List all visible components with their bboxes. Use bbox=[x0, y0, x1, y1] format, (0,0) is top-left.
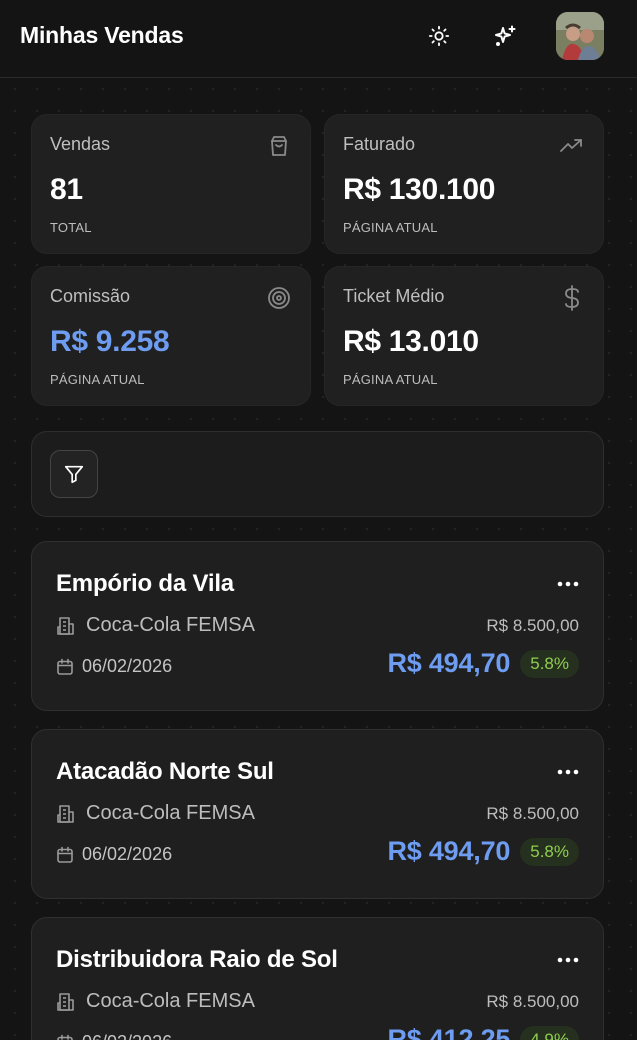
commission-rate-badge: 5.8% bbox=[520, 837, 579, 866]
commission-value: R$ 412,25 bbox=[387, 1024, 511, 1040]
sale-card[interactable]: Empório da Vila Coca-Cola FEMSA 06/02/20… bbox=[31, 541, 604, 711]
more-options-button[interactable] bbox=[553, 760, 583, 784]
commission-row: R$ 412,25 4.9% bbox=[387, 1024, 579, 1040]
more-horizontal-icon bbox=[557, 769, 579, 775]
stat-caption: PÁGINA ATUAL bbox=[343, 220, 438, 235]
date-row: 06/02/2026 bbox=[56, 1032, 172, 1040]
avatar-photo bbox=[556, 12, 604, 60]
date-row: 06/02/2026 bbox=[56, 844, 172, 865]
commission-value: R$ 494,70 bbox=[387, 648, 511, 678]
more-options-button[interactable] bbox=[553, 948, 583, 972]
stat-caption: TOTAL bbox=[50, 220, 92, 235]
calendar-icon bbox=[57, 1034, 73, 1040]
sale-date: 06/02/2026 bbox=[82, 656, 173, 676]
sale-date: 06/02/2026 bbox=[82, 844, 173, 864]
calendar-icon bbox=[57, 658, 73, 675]
sale-date: 06/02/2026 bbox=[82, 1032, 172, 1040]
stat-label: Ticket Médio bbox=[343, 286, 445, 306]
filter-button[interactable] bbox=[50, 450, 98, 498]
commission-rate-badge: 5.8% bbox=[520, 649, 579, 678]
stat-label: Faturado bbox=[343, 134, 416, 154]
theme-toggle-button[interactable] bbox=[423, 20, 455, 52]
stat-value: R$ 13.010 bbox=[343, 325, 479, 358]
sale-card[interactable]: Atacadão Norte Sul Coca-Cola FEMSA 06/02… bbox=[31, 729, 604, 899]
trending-up-icon bbox=[559, 133, 585, 159]
sun-icon bbox=[428, 25, 450, 47]
stat-label: Vendas bbox=[50, 134, 111, 154]
stat-caption: PÁGINA ATUAL bbox=[343, 372, 438, 387]
stat-value: R$ 9.258 bbox=[50, 325, 170, 358]
stat-value: 81 bbox=[50, 173, 83, 206]
dollar-icon bbox=[559, 285, 585, 311]
company-row: Coca-Cola FEMSA bbox=[56, 614, 255, 637]
customer-name: Empório da Vila bbox=[56, 570, 234, 597]
stat-card-faturado: Faturado R$ 130.100 PÁGINA ATUAL bbox=[324, 114, 604, 254]
sale-total: R$ 8.500,00 bbox=[486, 804, 579, 823]
stat-card-vendas: Vendas 81 TOTAL bbox=[31, 114, 311, 254]
stat-value: R$ 130.100 bbox=[343, 173, 496, 206]
customer-name: Atacadão Norte Sul bbox=[56, 758, 274, 785]
more-horizontal-icon bbox=[557, 581, 579, 587]
sale-card[interactable]: Distribuidora Raio de Sol Coca-Cola FEMS… bbox=[31, 917, 604, 1040]
date-row: 06/02/2026 bbox=[56, 656, 172, 677]
company-row: Coca-Cola FEMSA bbox=[56, 990, 255, 1013]
stat-label: Comissão bbox=[50, 286, 131, 306]
target-icon bbox=[266, 285, 292, 311]
page-title: Minhas Vendas bbox=[20, 22, 184, 48]
filter-panel bbox=[31, 431, 604, 517]
sparkles-icon bbox=[495, 25, 516, 46]
building-icon bbox=[57, 992, 74, 1011]
more-options-button[interactable] bbox=[553, 572, 583, 596]
building-icon bbox=[57, 616, 74, 635]
sale-total: R$ 8.500,00 bbox=[486, 616, 579, 635]
commission-row: R$ 494,70 5.8% bbox=[387, 836, 579, 867]
commission-value: R$ 494,70 bbox=[387, 836, 511, 866]
stat-card-comissao: Comissão R$ 9.258 PÁGINA ATUAL bbox=[31, 266, 311, 406]
building-icon bbox=[57, 804, 74, 823]
calendar-icon bbox=[57, 846, 73, 863]
company-name: Coca-Cola FEMSA bbox=[86, 802, 255, 824]
company-row: Coca-Cola FEMSA bbox=[56, 802, 255, 825]
ai-assistant-button[interactable] bbox=[489, 20, 521, 52]
shopping-bag-icon bbox=[266, 133, 292, 159]
stat-caption: PÁGINA ATUAL bbox=[50, 372, 145, 387]
company-name: Coca-Cola FEMSA bbox=[86, 614, 255, 636]
customer-name: Distribuidora Raio de Sol bbox=[56, 946, 338, 973]
more-horizontal-icon bbox=[557, 957, 579, 963]
filter-icon bbox=[64, 465, 84, 484]
app-header: Minhas Vendas bbox=[0, 0, 637, 78]
company-name: Coca-Cola FEMSA bbox=[86, 990, 255, 1012]
sale-total: R$ 8.500,00 bbox=[486, 992, 579, 1011]
user-avatar[interactable] bbox=[556, 12, 604, 60]
stat-card-ticket-medio: Ticket Médio R$ 13.010 PÁGINA ATUAL bbox=[324, 266, 604, 406]
commission-rate-badge: 4.9% bbox=[520, 1025, 579, 1040]
commission-row: R$ 494,70 5.8% bbox=[387, 648, 579, 679]
